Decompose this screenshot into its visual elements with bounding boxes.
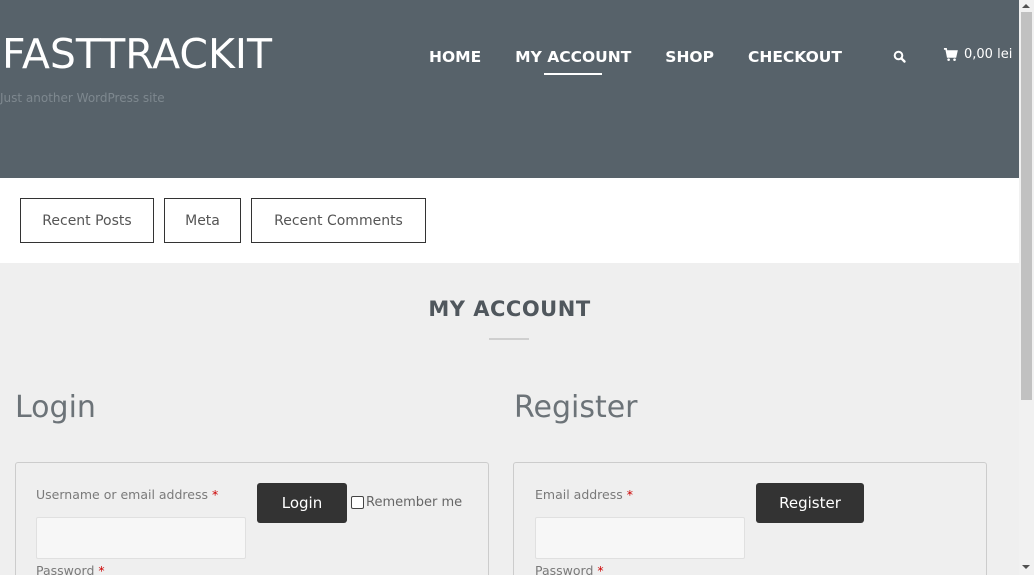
tab-meta[interactable]: Meta: [164, 198, 241, 243]
widget-tabs-bar: Recent Posts Meta Recent Comments: [0, 178, 1019, 263]
login-form: Username or email address * Password * L…: [15, 462, 489, 575]
scroll-down-arrow-icon[interactable]: [1022, 565, 1030, 569]
tab-recent-posts[interactable]: Recent Posts: [20, 198, 154, 243]
register-password-label: Password *: [535, 563, 604, 575]
username-label: Username or email address *: [36, 487, 218, 502]
scrollbar-thumb[interactable]: [1021, 12, 1032, 400]
login-heading: Login: [15, 390, 96, 425]
page-title: MY ACCOUNT: [428, 297, 591, 321]
required-mark: *: [626, 487, 633, 502]
site-title[interactable]: FASTTRACKIT: [2, 30, 272, 78]
email-input[interactable]: [535, 517, 745, 559]
required-mark: *: [597, 563, 604, 575]
register-button[interactable]: Register: [756, 483, 864, 523]
nav-item-checkout[interactable]: CHECKOUT: [748, 47, 842, 67]
username-label-text: Username or email address: [36, 487, 209, 502]
title-divider: [489, 338, 529, 340]
main-nav: HOME MY ACCOUNT SHOP CHECKOUT: [429, 47, 876, 75]
cart-link[interactable]: 0,00 lei: [943, 47, 1012, 62]
cart-total: 0,00 lei: [964, 47, 1013, 62]
register-password-label-text: Password: [535, 563, 594, 575]
email-label: Email address *: [535, 487, 633, 502]
site-tagline: Just another WordPress site: [0, 91, 165, 105]
password-label: Password *: [36, 563, 105, 575]
password-label-text: Password: [36, 563, 95, 575]
required-mark: *: [212, 487, 219, 502]
nav-item-home[interactable]: HOME: [429, 47, 481, 67]
username-input[interactable]: [36, 517, 246, 559]
tab-recent-comments[interactable]: Recent Comments: [251, 198, 426, 243]
search-icon[interactable]: [892, 49, 908, 65]
remember-me-label: Remember me: [366, 495, 463, 510]
cart-icon: [943, 48, 958, 61]
active-nav-underline: [544, 73, 603, 75]
remember-me-checkbox[interactable]: [351, 496, 364, 509]
register-form: Email address * Password * Register: [513, 462, 987, 575]
nav-item-my-account[interactable]: MY ACCOUNT: [515, 47, 632, 75]
site-header: FASTTRACKIT Just another WordPress site …: [0, 0, 1019, 178]
scroll-up-arrow-icon[interactable]: [1022, 4, 1030, 8]
nav-item-label: MY ACCOUNT: [515, 48, 632, 66]
email-label-text: Email address: [535, 487, 623, 502]
page-scrollbar[interactable]: [1019, 0, 1034, 575]
login-button[interactable]: Login: [257, 483, 347, 523]
nav-item-shop[interactable]: SHOP: [665, 47, 714, 67]
register-heading: Register: [514, 390, 638, 425]
remember-me: Remember me: [351, 495, 462, 510]
required-mark: *: [98, 563, 105, 575]
